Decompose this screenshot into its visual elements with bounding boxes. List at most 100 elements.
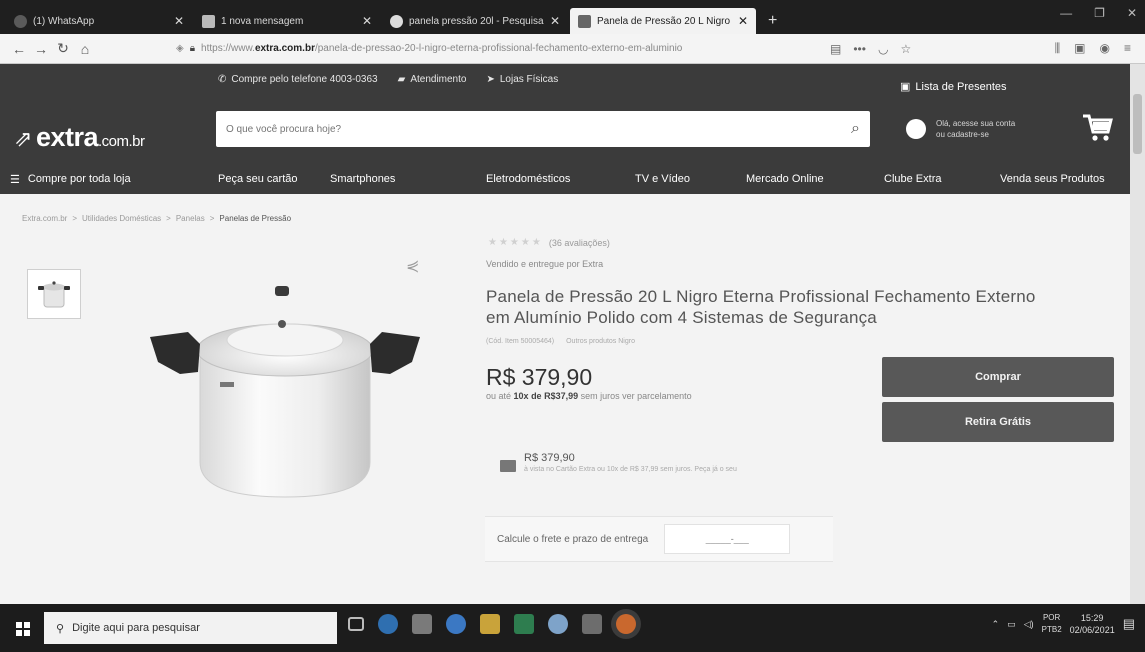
breadcrumb-home[interactable]: Extra.com.br bbox=[22, 214, 67, 223]
close-icon[interactable]: ✕ bbox=[362, 14, 372, 28]
back-icon[interactable]: ← bbox=[8, 41, 30, 57]
breadcrumb-housewares[interactable]: Utilidades Domésticas bbox=[82, 214, 161, 223]
search-icon[interactable]: ⌕ bbox=[851, 120, 860, 138]
nav-grocery[interactable]: Mercado Online bbox=[746, 173, 824, 185]
network-icon[interactable]: ▭ bbox=[1007, 619, 1016, 630]
card-offer: R$ 379,90 à vista no Cartão Extra ou 10x… bbox=[500, 452, 737, 473]
lang-code: POR bbox=[1042, 613, 1061, 622]
nav-tv-video[interactable]: TV e Vídeo bbox=[635, 173, 690, 185]
close-icon[interactable]: ✕ bbox=[550, 14, 560, 28]
credit-card-icon bbox=[500, 460, 516, 472]
product-code: (Cód. Item 50005464) bbox=[486, 338, 555, 345]
wishlist-link[interactable]: ▣ Lista de Presentes bbox=[900, 80, 1007, 94]
account-line2: ou cadastre-se bbox=[936, 130, 989, 139]
task-view-icon[interactable] bbox=[348, 617, 364, 631]
shipping-label: Calcule o frete e prazo de entrega bbox=[497, 533, 649, 545]
forward-icon[interactable]: → bbox=[30, 41, 52, 57]
installments-link[interactable]: sem juros ver parcelamento bbox=[581, 391, 692, 401]
bookmark-star-icon[interactable]: ☆ bbox=[900, 42, 911, 56]
home-icon[interactable]: ⌂ bbox=[74, 41, 96, 57]
library-icon[interactable]: ⫼ bbox=[1055, 41, 1061, 56]
menu-icon[interactable]: ≡ bbox=[1124, 41, 1131, 56]
more-icon[interactable]: ••• bbox=[853, 42, 866, 56]
hamburger-icon: ☰ bbox=[10, 173, 20, 186]
sidebar-icon[interactable]: ▣ bbox=[1074, 41, 1085, 56]
notifications-icon[interactable]: ▤ bbox=[1123, 616, 1135, 632]
all-categories-menu[interactable]: ☰ Compre por toda loja bbox=[0, 173, 204, 186]
taskbar-search[interactable]: ⚲ Digite aqui para pesquisar bbox=[44, 612, 337, 644]
chrome-icon[interactable] bbox=[378, 614, 398, 634]
tray-chevron-icon[interactable]: ⌃ bbox=[992, 619, 1000, 630]
file-explorer-icon[interactable] bbox=[480, 614, 500, 634]
breadcrumb-pans[interactable]: Panelas bbox=[176, 214, 205, 223]
nav-smartphones[interactable]: Smartphones bbox=[330, 173, 395, 185]
user-icon bbox=[906, 119, 926, 139]
page-scrollbar[interactable] bbox=[1130, 64, 1145, 604]
tab-google-search[interactable]: panela pressão 20l - Pesquisa ✕ bbox=[382, 8, 568, 34]
card-offer-text[interactable]: à vista no Cartão Extra ou 10x de R$ 37,… bbox=[524, 466, 737, 473]
nav-sell-products[interactable]: Venda seus Produtos bbox=[1000, 173, 1105, 185]
product-rating[interactable]: ★★★★★ (36 avaliações) bbox=[488, 237, 610, 248]
photos-icon[interactable] bbox=[582, 614, 602, 634]
language-indicator[interactable]: POR PTB2 bbox=[1042, 612, 1062, 636]
mail-icon[interactable] bbox=[412, 614, 432, 634]
account-area[interactable]: Olá, acesse sua conta ou cadastre-se bbox=[906, 111, 1062, 147]
browser-tab-strip: (1) WhatsApp ✕ 1 nova mensagem ✕ panela … bbox=[0, 0, 1145, 34]
close-icon[interactable]: ✕ bbox=[738, 14, 748, 28]
share-icon[interactable]: ⋞ bbox=[406, 256, 419, 276]
nav-club-extra[interactable]: Clube Extra bbox=[884, 173, 941, 185]
cart-icon[interactable] bbox=[1080, 110, 1114, 144]
product-codes: (Cód. Item 50005464) Outros produtos Nig… bbox=[486, 338, 635, 345]
tab-product[interactable]: Panela de Pressão 20 L Nigro ✕ bbox=[570, 8, 756, 34]
keyboard-layout: PTB2 bbox=[1041, 625, 1062, 634]
lock-icon: 🔒︎ bbox=[189, 43, 196, 54]
clock[interactable]: 15:29 02/06/2021 bbox=[1070, 612, 1115, 636]
product-image[interactable] bbox=[150, 282, 420, 512]
phone-link[interactable]: ✆ Compre pelo telefone 4003-0363 bbox=[218, 74, 378, 85]
reload-icon[interactable]: ↻ bbox=[52, 40, 74, 57]
search-box: ⌕ bbox=[216, 111, 870, 147]
firefox-icon[interactable] bbox=[616, 614, 636, 634]
mail-icon bbox=[202, 14, 215, 28]
nav-card[interactable]: Peça seu cartão bbox=[218, 173, 298, 185]
account-icon[interactable]: ◉ bbox=[1100, 41, 1110, 56]
card-price: R$ 379,90 bbox=[524, 452, 575, 464]
address-bar[interactable]: ◈ 🔒︎ https://www.extra.com.br/panela-de-… bbox=[176, 43, 816, 54]
product-title: Panela de Pressão 20 L Nigro Eterna Prof… bbox=[486, 287, 1036, 327]
nav-appliances[interactable]: Eletrodomésticos bbox=[486, 173, 570, 185]
clock-time: 15:29 bbox=[1080, 613, 1104, 623]
gift-icon: ▣ bbox=[900, 81, 911, 93]
clock-date: 02/06/2021 bbox=[1069, 625, 1115, 635]
maximize-icon[interactable]: ❐ bbox=[1094, 6, 1105, 20]
volume-icon[interactable]: ◁) bbox=[1024, 619, 1034, 630]
other-products-link[interactable]: Outros produtos Nigro bbox=[566, 338, 635, 345]
extra-logo[interactable]: ⇗ extra .com.br bbox=[14, 122, 145, 153]
breadcrumb-pressure-cookers[interactable]: Panelas de Pressão bbox=[219, 214, 291, 223]
product-page: Extra.com.br > Utilidades Domésticas > Pan… bbox=[0, 194, 1130, 604]
minimize-icon[interactable]: — bbox=[1060, 6, 1072, 20]
search-input[interactable] bbox=[226, 123, 852, 135]
buy-button[interactable]: Comprar bbox=[882, 357, 1114, 397]
close-window-icon[interactable]: ✕ bbox=[1127, 6, 1137, 20]
scrollbar-thumb[interactable] bbox=[1133, 94, 1142, 154]
new-tab-button[interactable]: + bbox=[758, 12, 787, 34]
free-pickup-button[interactable]: Retira Grátis bbox=[882, 402, 1114, 442]
reader-icon[interactable]: ▤ bbox=[830, 42, 841, 56]
cep-input[interactable] bbox=[664, 524, 791, 554]
screen: (1) WhatsApp ✕ 1 nova mensagem ✕ panela … bbox=[0, 0, 1145, 652]
chrome-alt-icon[interactable] bbox=[548, 614, 568, 634]
tab-whatsapp[interactable]: (1) WhatsApp ✕ bbox=[6, 8, 192, 34]
google-icon bbox=[390, 14, 403, 28]
logo-mark-icon: ⇗ bbox=[14, 126, 32, 151]
close-icon[interactable]: ✕ bbox=[174, 14, 184, 28]
site-header: ✆ Compre pelo telefone 4003-0363 ▰ Atend… bbox=[0, 64, 1145, 194]
stores-link[interactable]: ➤ Lojas Físicas bbox=[486, 74, 558, 85]
tab-mail[interactable]: 1 nova mensagem ✕ bbox=[194, 8, 380, 34]
excel-icon[interactable] bbox=[514, 614, 534, 634]
product-thumbnail[interactable] bbox=[27, 269, 81, 319]
pocket-icon[interactable]: ◡ bbox=[878, 42, 888, 56]
edge-icon[interactable] bbox=[446, 614, 466, 634]
shield-icon: ◈ bbox=[176, 43, 184, 54]
support-link[interactable]: ▰ Atendimento bbox=[398, 74, 467, 85]
start-button[interactable] bbox=[10, 616, 36, 642]
